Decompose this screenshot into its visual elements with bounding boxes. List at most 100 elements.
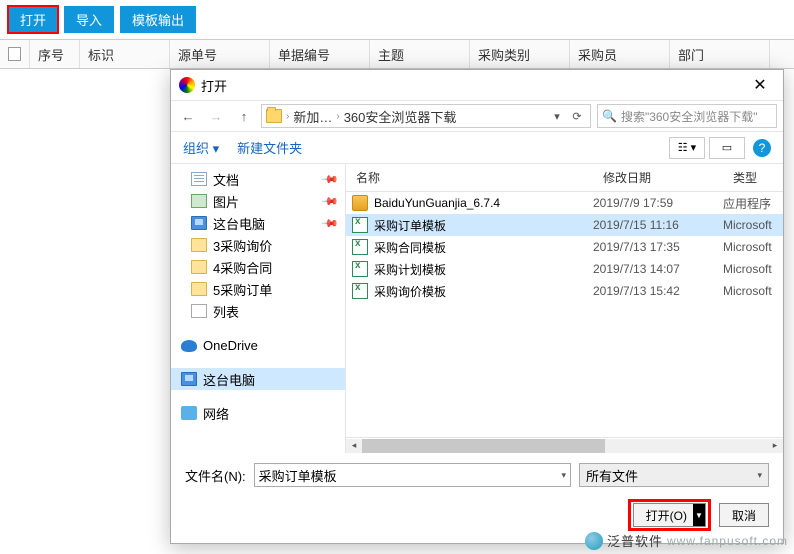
file-name: BaiduYunGuanjia_6.7.4 — [374, 196, 593, 210]
col-doc[interactable]: 单据编号 — [270, 40, 370, 68]
dialog-footer: 文件名(N): 采购订单模板▾ 所有文件▾ 打开(O) 取消 — [171, 453, 783, 543]
sidebar-item[interactable]: 这台电脑 — [171, 368, 345, 390]
excel-icon — [352, 239, 368, 255]
exe-icon — [352, 195, 368, 211]
sidebar-item[interactable]: 图片 📌 — [171, 190, 345, 212]
organize-menu[interactable]: 组织 ▾ — [183, 138, 219, 157]
filename-input[interactable]: 采购订单模板▾ — [254, 463, 571, 487]
folder-icon — [191, 238, 207, 252]
scroll-thumb[interactable] — [362, 439, 605, 453]
select-all-checkbox[interactable] — [8, 47, 21, 61]
import-button[interactable]: 导入 — [64, 6, 114, 33]
crumb-2[interactable]: 360安全浏览器下载 — [344, 107, 457, 126]
col-mark[interactable]: 标识 — [80, 40, 170, 68]
open-button-highlight: 打开(O) — [628, 499, 711, 531]
header-date[interactable]: 修改日期 — [593, 169, 723, 186]
split-dropdown-icon[interactable] — [693, 504, 705, 526]
scroll-left-icon[interactable]: ◂ — [346, 439, 362, 453]
preview-pane-button[interactable]: ▭ — [709, 137, 745, 159]
sidebar-item-label: 列表 — [213, 302, 239, 321]
sidebar-item[interactable]: 5采购订单 — [171, 278, 345, 300]
sidebar-item[interactable]: 列表 — [171, 300, 345, 322]
help-icon[interactable]: ? — [753, 139, 771, 157]
file-date: 2019/7/13 15:42 — [593, 284, 723, 298]
sidebar-item[interactable]: 这台电脑 📌 — [171, 212, 345, 234]
open-file-dialog: 打开 ✕ ← → ↑ › 新加… › 360安全浏览器下载 ▾ ⟳ 🔍 搜索"3… — [170, 69, 784, 544]
open-button[interactable]: 打开 — [8, 6, 58, 33]
dialog-titlebar[interactable]: 打开 ✕ — [171, 70, 783, 100]
nav-back-icon[interactable]: ← — [177, 105, 199, 127]
pic-icon — [191, 194, 207, 208]
sidebar-item-label: 3采购询价 — [213, 236, 272, 255]
dialog-title: 打开 — [201, 76, 227, 95]
nav-forward-icon[interactable]: → — [205, 105, 227, 127]
breadcrumb-dropdown-icon[interactable]: ▾ — [548, 107, 566, 125]
file-filter-select[interactable]: 所有文件▾ — [579, 463, 769, 487]
col-dept[interactable]: 部门 — [670, 40, 770, 68]
refresh-icon[interactable]: ⟳ — [568, 107, 586, 125]
docs-icon — [191, 172, 207, 186]
close-icon[interactable]: ✕ — [745, 70, 775, 100]
search-input[interactable]: 🔍 搜索"360安全浏览器下载" — [597, 104, 777, 128]
breadcrumb[interactable]: › 新加… › 360安全浏览器下载 ▾ ⟳ — [261, 104, 591, 128]
cloud-icon — [181, 340, 197, 352]
new-folder-button[interactable]: 新建文件夹 — [237, 138, 302, 157]
folder-icon — [266, 109, 282, 123]
file-row[interactable]: 采购订单模板2019/7/15 11:16Microsoft — [346, 214, 783, 236]
file-list[interactable]: BaiduYunGuanjia_6.7.42019/7/9 17:59应用程序采… — [346, 192, 783, 437]
dialog-cancel-button[interactable]: 取消 — [719, 503, 769, 527]
sidebar-item[interactable]: OneDrive — [171, 334, 345, 356]
file-date: 2019/7/15 11:16 — [593, 218, 723, 232]
chevron-right-icon[interactable]: › — [286, 111, 289, 122]
horizontal-scrollbar[interactable]: ◂ ▸ — [346, 437, 783, 453]
file-type: 应用程序 — [723, 195, 783, 212]
dialog-open-button[interactable]: 打开(O) — [633, 503, 706, 527]
sidebar-item[interactable]: 4采购合同 — [171, 256, 345, 278]
chevron-down-icon[interactable]: ▾ — [757, 470, 762, 481]
sidebar-item[interactable]: 文档📌 — [171, 168, 345, 190]
search-icon: 🔍 — [602, 109, 617, 123]
dialog-nav: ← → ↑ › 新加… › 360安全浏览器下载 ▾ ⟳ 🔍 搜索"360安全浏… — [171, 100, 783, 132]
col-src[interactable]: 源单号 — [170, 40, 270, 68]
sidebar-item[interactable]: 3采购询价 — [171, 234, 345, 256]
excel-icon — [352, 217, 368, 233]
sidebar-item-label: 图片 — [213, 192, 239, 211]
header-name[interactable]: 名称 — [346, 169, 593, 186]
sidebar-item-label: 这台电脑 — [213, 214, 265, 233]
sidebar-item-label: 网络 — [203, 404, 229, 423]
grid-header: 序号 标识 源单号 单据编号 主题 采购类别 采购员 部门 — [0, 39, 794, 69]
dialog-toolbar: 组织 ▾ 新建文件夹 ☷ ▾ ▭ ? — [171, 132, 783, 164]
file-name: 采购订单模板 — [374, 217, 593, 234]
pin-icon: 📌 — [321, 214, 340, 233]
file-date: 2019/7/13 17:35 — [593, 240, 723, 254]
folder-icon — [191, 260, 207, 274]
file-row[interactable]: 采购合同模板2019/7/13 17:35Microsoft — [346, 236, 783, 258]
template-export-button[interactable]: 模板输出 — [120, 6, 196, 33]
crumb-1[interactable]: 新加… — [293, 107, 332, 126]
chevron-right-icon[interactable]: › — [336, 111, 339, 122]
file-row[interactable]: BaiduYunGuanjia_6.7.42019/7/9 17:59应用程序 — [346, 192, 783, 214]
sidebar-item[interactable]: 网络 — [171, 402, 345, 424]
sidebar-item-label: 文档 — [213, 170, 239, 189]
view-mode-button[interactable]: ☷ ▾ — [669, 137, 705, 159]
chevron-down-icon[interactable]: ▾ — [561, 470, 566, 481]
net-icon — [181, 406, 197, 420]
col-subj[interactable]: 主题 — [370, 40, 470, 68]
file-row[interactable]: 采购询价模板2019/7/13 15:42Microsoft — [346, 280, 783, 302]
main-toolbar: 打开 导入 模板输出 — [0, 0, 794, 39]
header-type[interactable]: 类型 — [723, 169, 783, 186]
sidebar-item-label: OneDrive — [203, 338, 258, 353]
file-type: Microsoft — [723, 262, 783, 276]
excel-icon — [352, 261, 368, 277]
col-cat[interactable]: 采购类别 — [470, 40, 570, 68]
col-buyer[interactable]: 采购员 — [570, 40, 670, 68]
pin-icon: 📌 — [321, 192, 340, 211]
scroll-right-icon[interactable]: ▸ — [767, 439, 783, 453]
file-name: 采购询价模板 — [374, 283, 593, 300]
file-type: Microsoft — [723, 218, 783, 232]
col-seq[interactable]: 序号 — [30, 40, 80, 68]
file-pane: 名称 修改日期 类型 BaiduYunGuanjia_6.7.42019/7/9… — [346, 164, 783, 453]
nav-up-icon[interactable]: ↑ — [233, 105, 255, 127]
sidebar-item-label: 4采购合同 — [213, 258, 272, 277]
file-row[interactable]: 采购计划模板2019/7/13 14:07Microsoft — [346, 258, 783, 280]
